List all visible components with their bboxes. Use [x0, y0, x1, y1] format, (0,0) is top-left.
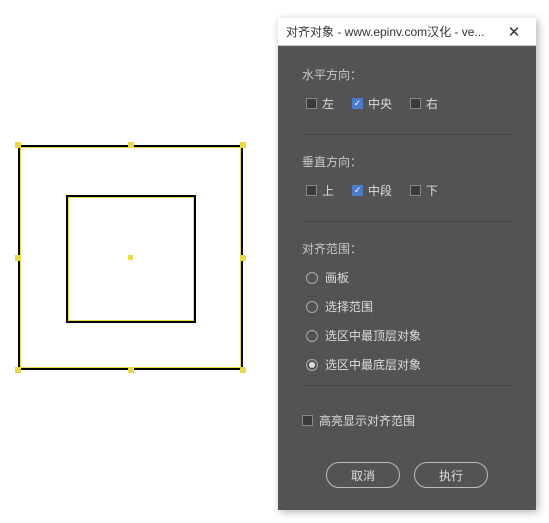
horizontal-label: 水平方向：	[302, 66, 512, 83]
radio-bottommost[interactable]: 选区中最底层对象	[306, 356, 512, 373]
checkbox-icon	[352, 185, 363, 196]
checkbox-icon	[352, 98, 363, 109]
radio-label: 选区中最底层对象	[325, 356, 421, 373]
checkbox-align-middle[interactable]: 中段	[352, 182, 392, 199]
checkbox-icon	[302, 415, 313, 426]
checkbox-align-center[interactable]: 中央	[352, 95, 392, 112]
divider	[302, 221, 512, 222]
divider	[302, 134, 512, 135]
selection-handle[interactable]	[240, 367, 246, 373]
align-objects-dialog: 对齐对象 - www.epinv.com汉化 - ve... ✕ 水平方向： 左…	[278, 18, 536, 510]
dialog-button-row: 取消 执行	[278, 446, 536, 510]
horizontal-options: 左 中央 右	[302, 95, 512, 112]
checkbox-label: 下	[426, 182, 438, 199]
checkbox-icon	[306, 98, 317, 109]
checkbox-label: 中段	[368, 182, 392, 199]
button-label: 执行	[439, 467, 463, 484]
selection-handle[interactable]	[15, 367, 21, 373]
selection-handle[interactable]	[240, 255, 246, 261]
radio-topmost[interactable]: 选区中最顶层对象	[306, 327, 512, 344]
radio-label: 画板	[325, 269, 349, 286]
close-button[interactable]: ✕	[500, 18, 528, 46]
radio-selection[interactable]: 选择范围	[306, 298, 512, 315]
checkbox-align-bottom[interactable]: 下	[410, 182, 438, 199]
execute-button[interactable]: 执行	[414, 462, 488, 488]
checkbox-label: 左	[322, 95, 334, 112]
canvas-selection	[18, 145, 243, 370]
checkbox-align-left[interactable]: 左	[306, 95, 334, 112]
selection-handle[interactable]	[240, 142, 246, 148]
scope-label: 对齐范围：	[302, 240, 512, 257]
selection-center-mark	[128, 255, 133, 260]
checkbox-label: 右	[426, 95, 438, 112]
radio-icon	[306, 330, 318, 342]
radio-icon	[306, 301, 318, 313]
radio-artboard[interactable]: 画板	[306, 269, 512, 286]
selection-handle[interactable]	[128, 367, 134, 373]
button-label: 取消	[351, 467, 375, 484]
close-icon: ✕	[508, 23, 521, 41]
dialog-body: 水平方向： 左 中央 右 垂直方向： 上	[278, 46, 536, 446]
selection-handle[interactable]	[15, 142, 21, 148]
vertical-label: 垂直方向：	[302, 153, 512, 170]
divider	[302, 385, 512, 386]
dialog-title: 对齐对象 - www.epinv.com汉化 - ve...	[286, 23, 500, 40]
checkbox-label: 上	[322, 182, 334, 199]
checkbox-icon	[306, 185, 317, 196]
scope-radio-group: 画板 选择范围 选区中最顶层对象 选区中最底层对象	[302, 269, 512, 373]
checkbox-label: 中央	[368, 95, 392, 112]
checkbox-label: 高亮显示对齐范围	[319, 412, 415, 429]
radio-icon	[306, 359, 318, 371]
radio-label: 选区中最顶层对象	[325, 327, 421, 344]
selection-handle[interactable]	[15, 255, 21, 261]
checkbox-icon	[410, 98, 421, 109]
checkbox-icon	[410, 185, 421, 196]
vertical-options: 上 中段 下	[302, 182, 512, 199]
checkbox-align-top[interactable]: 上	[306, 182, 334, 199]
cancel-button[interactable]: 取消	[326, 462, 400, 488]
radio-label: 选择范围	[325, 298, 373, 315]
checkbox-highlight-scope[interactable]: 高亮显示对齐范围	[302, 412, 512, 429]
dialog-titlebar[interactable]: 对齐对象 - www.epinv.com汉化 - ve... ✕	[278, 18, 536, 46]
radio-icon	[306, 272, 318, 284]
checkbox-align-right[interactable]: 右	[410, 95, 438, 112]
selection-handle[interactable]	[128, 142, 134, 148]
